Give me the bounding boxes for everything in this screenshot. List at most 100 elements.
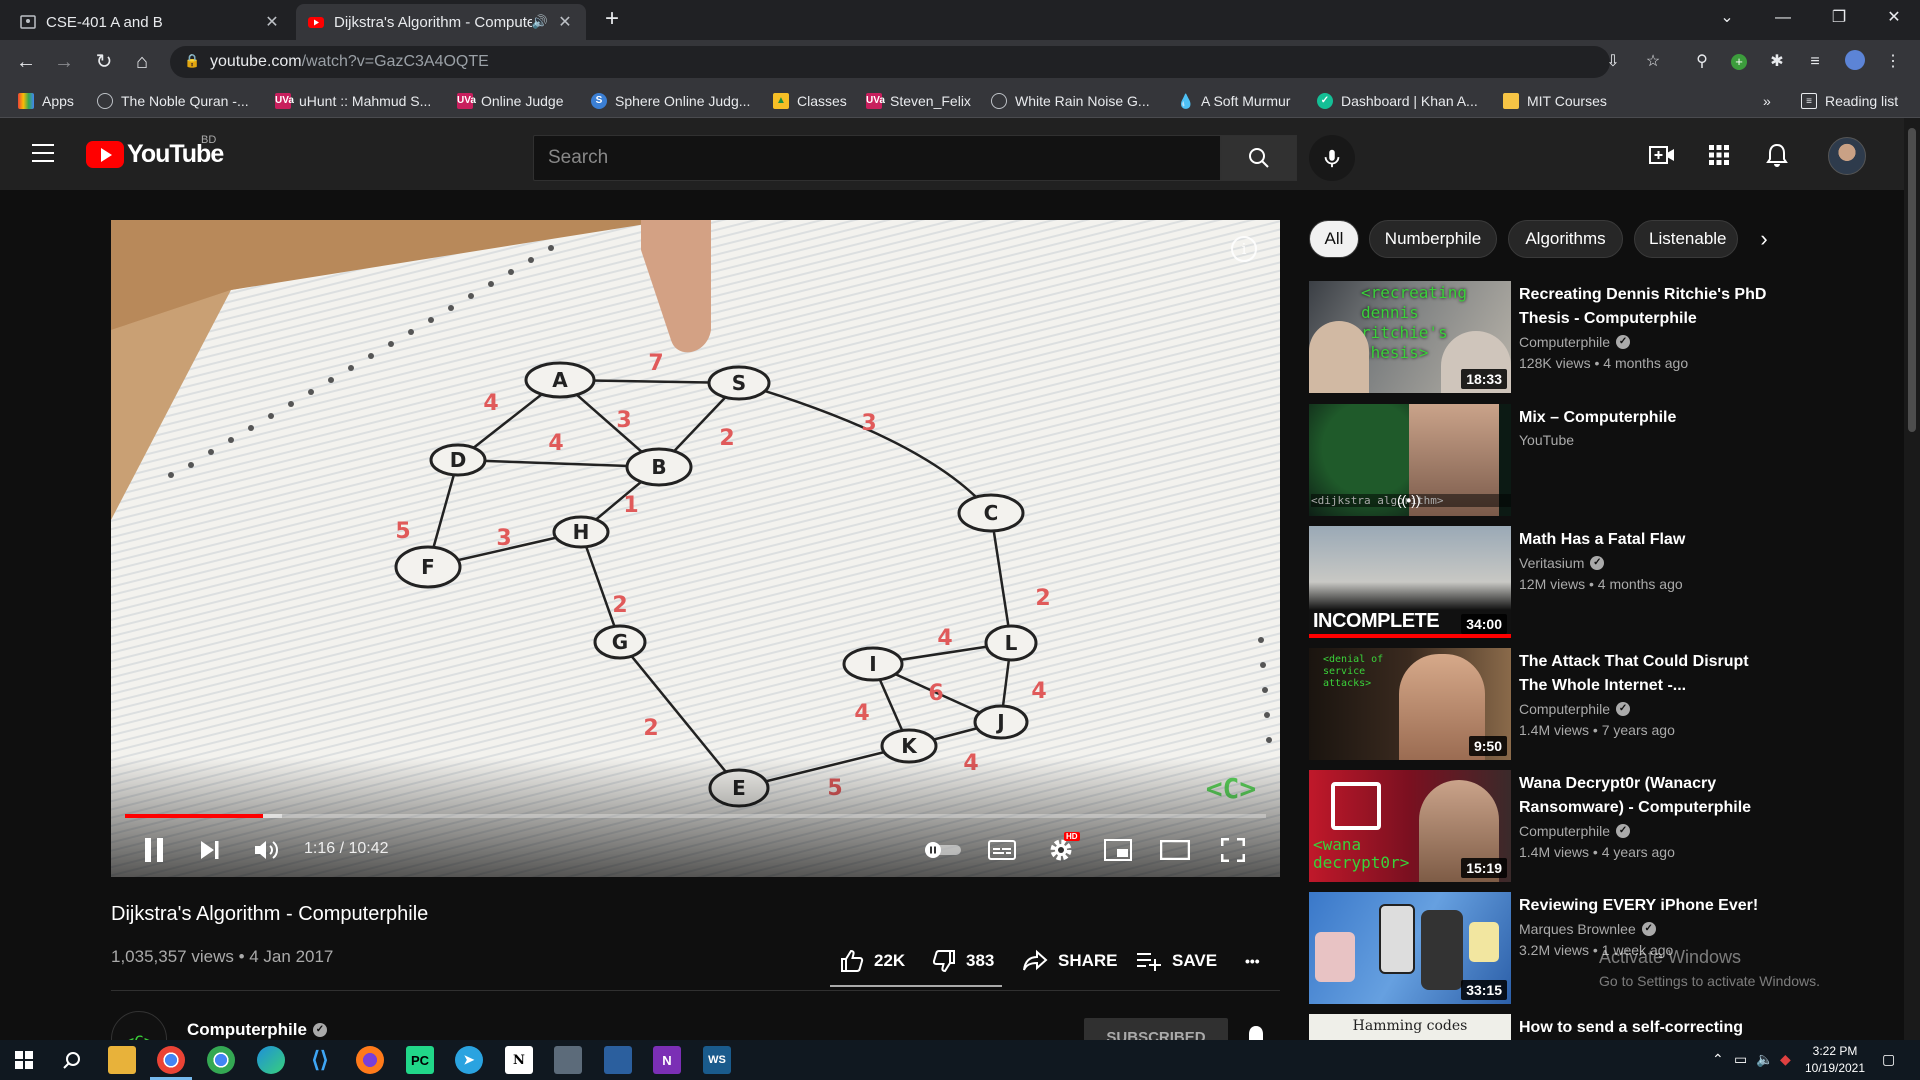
- new-tab-button[interactable]: +: [598, 6, 626, 34]
- firefox-icon[interactable]: [356, 1046, 384, 1074]
- info-icon[interactable]: i: [1231, 236, 1257, 262]
- reading-list[interactable]: ≡ Reading list: [1801, 92, 1898, 110]
- chip-algorithms[interactable]: Algorithms: [1508, 220, 1623, 258]
- pause-button[interactable]: [139, 832, 169, 868]
- scrollbar-thumb[interactable]: [1908, 128, 1916, 432]
- recommendation-item[interactable]: <denial of service attacks> 9:50 The Att…: [1309, 648, 1779, 760]
- bookmarks-overflow[interactable]: »: [1763, 92, 1771, 110]
- forward-icon[interactable]: →: [50, 48, 78, 76]
- video-title[interactable]: Reviewing EVERY iPhone Ever!: [1519, 894, 1769, 918]
- subtitles-button[interactable]: [986, 832, 1018, 868]
- channel-name[interactable]: Marques Brownlee ✓: [1519, 921, 1656, 937]
- video-title[interactable]: Recreating Dennis Ritchie's PhD Thesis -…: [1519, 283, 1769, 331]
- channel-name[interactable]: Computerphile ✓: [1519, 334, 1631, 350]
- app-icon[interactable]: [554, 1046, 582, 1074]
- back-icon[interactable]: ←: [12, 48, 40, 76]
- recommendation-item[interactable]: Hamming codes How to send a self-correct…: [1309, 1014, 1779, 1040]
- youtube-logo[interactable]: YouTube BD: [86, 134, 224, 168]
- recommendation-item[interactable]: <wana decrypt0r> 15:19 Wana Decrypt0r (W…: [1309, 770, 1779, 882]
- vscode-icon[interactable]: ⟨⟩: [306, 1046, 334, 1074]
- save-button[interactable]: SAVE: [1136, 946, 1217, 976]
- pycharm-icon[interactable]: PC: [406, 1046, 434, 1074]
- channel-name[interactable]: Computerphile ✓: [1519, 823, 1631, 839]
- profile-icon[interactable]: [1843, 50, 1867, 74]
- telegram-icon[interactable]: ➤: [455, 1046, 483, 1074]
- close-window-button[interactable]: ✕: [1866, 0, 1920, 36]
- reload-icon[interactable]: ↻: [90, 48, 118, 76]
- tab-cse401[interactable]: CSE-401 A and B ✕: [8, 4, 293, 40]
- bookmark-steven-felix[interactable]: UVa Steven_Felix: [866, 92, 971, 110]
- windows-start-icon[interactable]: [10, 1046, 38, 1074]
- edge-icon[interactable]: [257, 1046, 285, 1074]
- settings-button[interactable]: HD: [1044, 832, 1080, 868]
- channel-name[interactable]: Computerphile ✓: [1519, 701, 1631, 717]
- onenote-icon[interactable]: N: [653, 1046, 681, 1074]
- speaker-icon[interactable]: 🔊: [532, 14, 548, 30]
- video-thumbnail[interactable]: <denial of service attacks> 9:50: [1309, 648, 1511, 760]
- user-avatar[interactable]: [1828, 137, 1866, 175]
- hamburger-menu-icon[interactable]: [32, 144, 54, 162]
- chip-numberphile[interactable]: Numberphile: [1369, 220, 1497, 258]
- bookmark-online-judge[interactable]: UVa Online Judge: [457, 92, 564, 110]
- chrome-icon[interactable]: [157, 1046, 185, 1074]
- bookmark-mit[interactable]: MIT Courses: [1503, 92, 1607, 110]
- share-button[interactable]: SHARE: [1022, 946, 1118, 976]
- puzzle-icon[interactable]: ✱: [1765, 50, 1789, 74]
- create-video-icon[interactable]: [1649, 142, 1675, 168]
- extension-green-icon[interactable]: +: [1727, 50, 1751, 74]
- channel-name[interactable]: Veritasium ✓: [1519, 555, 1605, 571]
- chip-listenable[interactable]: Listenable: [1634, 220, 1738, 258]
- install-icon[interactable]: ⇩: [1601, 50, 1625, 74]
- bookmark-classes[interactable]: ▲ Classes: [773, 92, 847, 110]
- bookmark-star-icon[interactable]: ☆: [1641, 50, 1665, 74]
- address-bar[interactable]: 🔒 youtube.com/watch?v=GazC3A4OQTE: [170, 46, 1610, 78]
- video-title[interactable]: Mix – Computerphile: [1519, 406, 1769, 430]
- notion-icon[interactable]: N: [505, 1046, 533, 1074]
- minimize-button[interactable]: —: [1755, 0, 1811, 36]
- chrome-profile-icon[interactable]: [207, 1046, 235, 1074]
- miniplayer-button[interactable]: [1102, 832, 1134, 868]
- calculator-icon[interactable]: [604, 1046, 632, 1074]
- media-control-icon[interactable]: ≡: [1803, 50, 1827, 74]
- theater-mode-button[interactable]: [1159, 832, 1191, 868]
- chevron-right-icon[interactable]: ›: [1751, 226, 1777, 252]
- restore-button[interactable]: ❐: [1811, 0, 1867, 36]
- tab-search-icon[interactable]: ⌄: [1699, 0, 1755, 36]
- close-icon[interactable]: ✕: [556, 12, 574, 32]
- extension-icon[interactable]: ⚲: [1690, 50, 1714, 74]
- file-explorer-icon[interactable]: [108, 1046, 136, 1074]
- chip-all[interactable]: All: [1309, 220, 1359, 258]
- search-icon[interactable]: [58, 1046, 86, 1074]
- mix-thumbnail[interactable]: <dijkstra algorithm> ((•)): [1309, 404, 1511, 516]
- progress-bar[interactable]: [125, 814, 1266, 818]
- security-icon[interactable]: ◆: [1780, 1051, 1791, 1068]
- network-icon[interactable]: ▭: [1734, 1051, 1747, 1068]
- video-title[interactable]: Math Has a Fatal Flaw: [1519, 528, 1769, 552]
- channel-name[interactable]: Computerphile ✓: [187, 1020, 327, 1040]
- page-scrollbar[interactable]: [1904, 118, 1920, 1040]
- tray-chevron-icon[interactable]: ⌃: [1712, 1051, 1724, 1068]
- tab-dijkstra[interactable]: Dijkstra's Algorithm - Computerphile 🔊 ✕: [296, 4, 586, 40]
- volume-button[interactable]: [251, 832, 281, 868]
- autoplay-toggle[interactable]: [923, 832, 963, 868]
- menu-icon[interactable]: ⋮: [1881, 50, 1905, 74]
- search-button[interactable]: [1221, 135, 1297, 181]
- search-input[interactable]: [534, 136, 1220, 180]
- recommendation-item[interactable]: <dijkstra algorithm> ((•)) Mix – Compute…: [1309, 404, 1779, 516]
- webstorm-icon[interactable]: WS: [703, 1046, 731, 1074]
- video-thumbnail[interactable]: Hamming codes: [1309, 1014, 1511, 1040]
- bookmark-soft-murmur[interactable]: 💧 A Soft Murmur: [1177, 92, 1290, 110]
- bookmark-khan[interactable]: ✓ Dashboard | Khan A...: [1317, 92, 1478, 110]
- video-title[interactable]: Wana Decrypt0r (Wanacry Ransomware) - Co…: [1519, 772, 1769, 820]
- home-icon[interactable]: ⌂: [128, 48, 156, 76]
- action-center-icon[interactable]: ▢: [1882, 1051, 1895, 1068]
- dislike-button[interactable]: 383: [932, 946, 994, 976]
- voice-search-button[interactable]: [1309, 135, 1355, 181]
- close-icon[interactable]: ✕: [263, 12, 281, 32]
- more-actions-button[interactable]: •••: [1245, 946, 1260, 976]
- video-thumbnail[interactable]: INCOMPLETE 34:00: [1309, 526, 1511, 638]
- video-title[interactable]: The Attack That Could Disrupt The Whole …: [1519, 650, 1769, 698]
- video-thumbnail[interactable]: <wana decrypt0r> 15:19: [1309, 770, 1511, 882]
- video-player[interactable]: ASD BHF CGL IJK E 734 324 531 224 644 42…: [111, 220, 1280, 877]
- bookmark-white-rain[interactable]: White Rain Noise G...: [991, 92, 1150, 110]
